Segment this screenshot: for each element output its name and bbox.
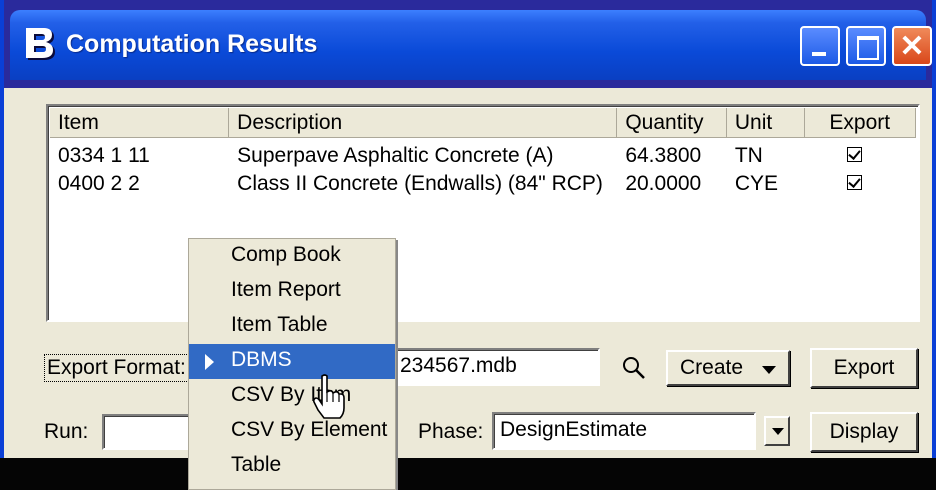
table-row[interactable]: 0334 1 11 Superpave Asphaltic Concrete (… xyxy=(50,142,916,170)
menu-item-item-report[interactable]: Item Report xyxy=(189,274,395,309)
cell-quantity: 64.3800 xyxy=(625,144,702,167)
menu-item-csv-by-element[interactable]: CSV By Element xyxy=(189,414,395,449)
column-header-unit[interactable]: Unit xyxy=(726,108,805,138)
column-header-export[interactable]: Export xyxy=(804,108,916,138)
cell-item: 0400 2 2 xyxy=(58,172,140,195)
close-button[interactable]: ✕ xyxy=(892,26,932,66)
export-button[interactable]: Export xyxy=(810,348,918,388)
database-file-field[interactable]: 234567.mdb xyxy=(392,348,600,386)
search-icon[interactable] xyxy=(622,356,646,380)
menu-item-comp-book[interactable]: Comp Book xyxy=(189,239,395,274)
hand-cursor-icon xyxy=(312,374,345,419)
cell-quantity: 20.0000 xyxy=(625,172,702,195)
column-header-item[interactable]: Item xyxy=(50,108,230,138)
maximize-button[interactable] xyxy=(846,26,886,66)
menu-item-csv-by-item[interactable]: CSV By Item xyxy=(189,379,395,414)
cell-unit: TN xyxy=(734,144,763,167)
minimize-button[interactable] xyxy=(800,26,840,66)
taskbar-strip xyxy=(0,458,936,490)
close-icon: ✕ xyxy=(899,30,925,63)
create-dropdown-button[interactable]: Create xyxy=(666,350,790,386)
create-label: Create xyxy=(680,356,744,379)
bentley-b-icon xyxy=(26,28,55,60)
menu-item-item-table[interactable]: Item Table xyxy=(189,309,395,344)
export-checkbox[interactable] xyxy=(846,147,862,162)
phase-label: Phase: xyxy=(418,420,484,443)
export-format-menu[interactable]: Comp Book Item Report Item Table DBMS CS… xyxy=(188,238,396,490)
export-checkbox[interactable] xyxy=(846,175,862,190)
menu-item-dbms[interactable]: DBMS xyxy=(189,344,395,379)
column-header-description[interactable]: Description xyxy=(229,108,618,138)
display-button[interactable]: Display xyxy=(810,412,918,452)
chevron-down-icon xyxy=(762,366,776,374)
column-header-quantity[interactable]: Quantity xyxy=(617,108,727,138)
cell-unit: CYE xyxy=(734,172,779,195)
run-field[interactable] xyxy=(102,414,202,450)
cell-item: 0334 1 11 xyxy=(58,144,150,167)
results-table[interactable]: Item Description Quantity Unit Export 03… xyxy=(46,104,920,322)
window-title: Computation Results xyxy=(66,30,318,58)
phase-select[interactable]: DesignEstimate xyxy=(492,412,756,450)
cell-description: Superpave Asphaltic Concrete (A) xyxy=(237,144,554,167)
export-format-label[interactable]: Export Format: xyxy=(44,354,189,382)
selected-arrow-icon xyxy=(205,354,214,370)
menu-item-table[interactable]: Table xyxy=(189,449,395,484)
table-header: Item Description Quantity Unit Export xyxy=(50,108,916,138)
cell-description: Class II Concrete (Endwalls) (84" RCP) xyxy=(237,172,603,195)
phase-dropdown-button[interactable] xyxy=(764,416,790,446)
computation-results-window: Computation Results ✕ Item Description Q… xyxy=(0,0,936,458)
run-label: Run: xyxy=(44,420,89,443)
title-bar[interactable]: Computation Results ✕ xyxy=(4,0,932,88)
table-row[interactable]: 0400 2 2 Class II Concrete (Endwalls) (8… xyxy=(50,170,916,198)
